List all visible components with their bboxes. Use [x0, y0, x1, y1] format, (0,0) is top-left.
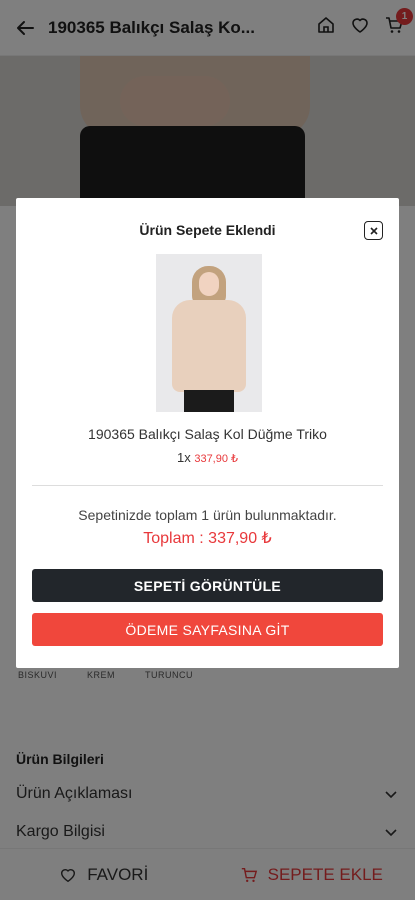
- product-name: 190365 Balıkçı Salaş Kol Düğme Triko: [88, 426, 327, 442]
- modal-title: Ürün Sepete Eklendi: [139, 222, 276, 238]
- added-to-cart-modal: Ürün Sepete Eklendi 190365 Balıkçı Salaş…: [16, 198, 399, 668]
- divider: [32, 485, 383, 486]
- cart-total: Toplam : 337,90 ₺: [143, 530, 272, 547]
- cart-summary-text: Sepetinizde toplam 1 ürün bulunmaktadır.: [78, 507, 337, 523]
- unit-price: 337,90 ₺: [194, 453, 239, 465]
- quantity: 1x: [176, 450, 191, 465]
- checkout-button[interactable]: ÖDEME SAYFASINA GİT: [32, 613, 383, 646]
- close-button[interactable]: [364, 221, 383, 240]
- product-thumbnail: [156, 254, 262, 412]
- close-icon: [369, 226, 378, 235]
- view-cart-button[interactable]: SEPETİ GÖRÜNTÜLE: [32, 569, 383, 602]
- quantity-price-line: 1x 337,90 ₺: [16, 450, 399, 465]
